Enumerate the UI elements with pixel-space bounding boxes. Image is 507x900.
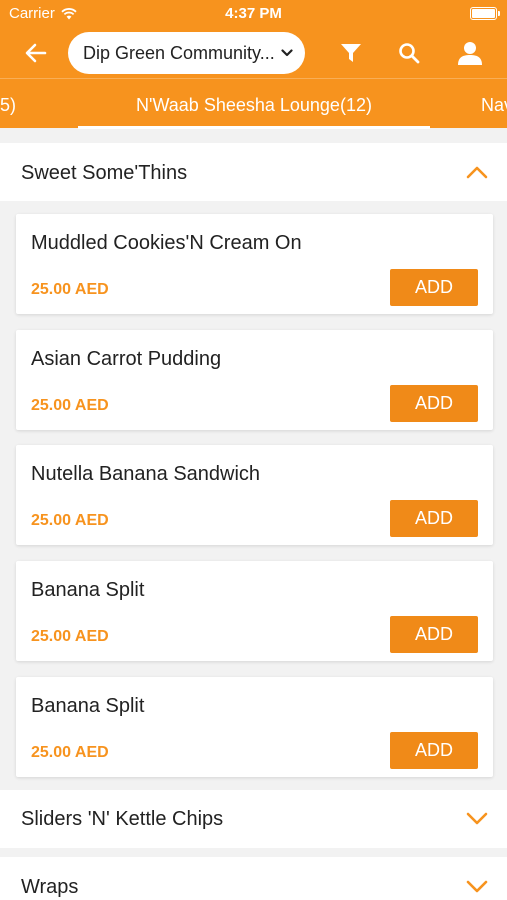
menu-item-card: Banana Split 25.00 AED ADD [16, 561, 493, 661]
item-name: Muddled Cookies'N Cream On [31, 232, 302, 254]
add-button[interactable]: ADD [390, 616, 478, 653]
section-header-wraps[interactable]: Wraps [0, 857, 507, 900]
item-price: 25.00 AED [31, 512, 109, 529]
chevron-down-icon [466, 812, 488, 825]
status-time: 4:37 PM [225, 5, 282, 22]
chevron-up-icon [466, 166, 488, 179]
add-button[interactable]: ADD [390, 269, 478, 306]
active-tab-indicator [78, 126, 430, 129]
item-price: 25.00 AED [31, 744, 109, 761]
item-name: Banana Split [31, 695, 145, 717]
menu-item-card: Muddled Cookies'N Cream On 25.00 AED ADD [16, 214, 493, 314]
item-name: Banana Split [31, 579, 145, 601]
location-label: Dip Green Community... [83, 42, 275, 63]
back-arrow-icon [25, 43, 47, 63]
tab-active[interactable]: N'Waab Sheesha Lounge(12) [78, 95, 430, 116]
filter-button[interactable] [336, 38, 366, 68]
back-button[interactable] [20, 38, 52, 68]
app-header: Carrier 4:37 PM Dip Green Community... 5… [0, 0, 507, 129]
item-price: 25.00 AED [31, 281, 109, 298]
item-price: 25.00 AED [31, 628, 109, 645]
item-price: 25.00 AED [31, 397, 109, 414]
add-button[interactable]: ADD [390, 385, 478, 422]
section-header-sweet[interactable]: Sweet Some'Thins [0, 143, 507, 201]
tab-next[interactable]: Nav [481, 95, 507, 116]
menu-item-card: Asian Carrot Pudding 25.00 AED ADD [16, 330, 493, 430]
search-button[interactable] [394, 38, 424, 68]
chevron-down-icon [281, 49, 293, 57]
user-icon [458, 42, 482, 65]
add-button[interactable]: ADD [390, 732, 478, 769]
section-header-sliders[interactable]: Sliders 'N' Kettle Chips [0, 790, 507, 848]
category-tabs: 5) N'Waab Sheesha Lounge(12) Nav [0, 78, 507, 129]
location-selector[interactable]: Dip Green Community... [68, 32, 305, 74]
menu-item-card: Banana Split 25.00 AED ADD [16, 677, 493, 777]
section-title: Wraps [21, 876, 79, 898]
battery-icon [470, 7, 500, 20]
profile-button[interactable] [455, 38, 485, 68]
search-icon [399, 43, 420, 64]
chevron-down-icon [466, 880, 488, 893]
nav-bar: Dip Green Community... [0, 28, 507, 78]
section-title: Sweet Some'Thins [21, 162, 188, 184]
filter-icon [341, 44, 361, 62]
status-bar: Carrier 4:37 PM [0, 0, 507, 28]
section-title: Sliders 'N' Kettle Chips [21, 808, 224, 830]
tab-previous[interactable]: 5) [0, 95, 16, 116]
add-button[interactable]: ADD [390, 500, 478, 537]
item-name: Asian Carrot Pudding [31, 348, 222, 370]
menu-item-card: Nutella Banana Sandwich 25.00 AED ADD [16, 445, 493, 545]
item-name: Nutella Banana Sandwich [31, 463, 261, 485]
